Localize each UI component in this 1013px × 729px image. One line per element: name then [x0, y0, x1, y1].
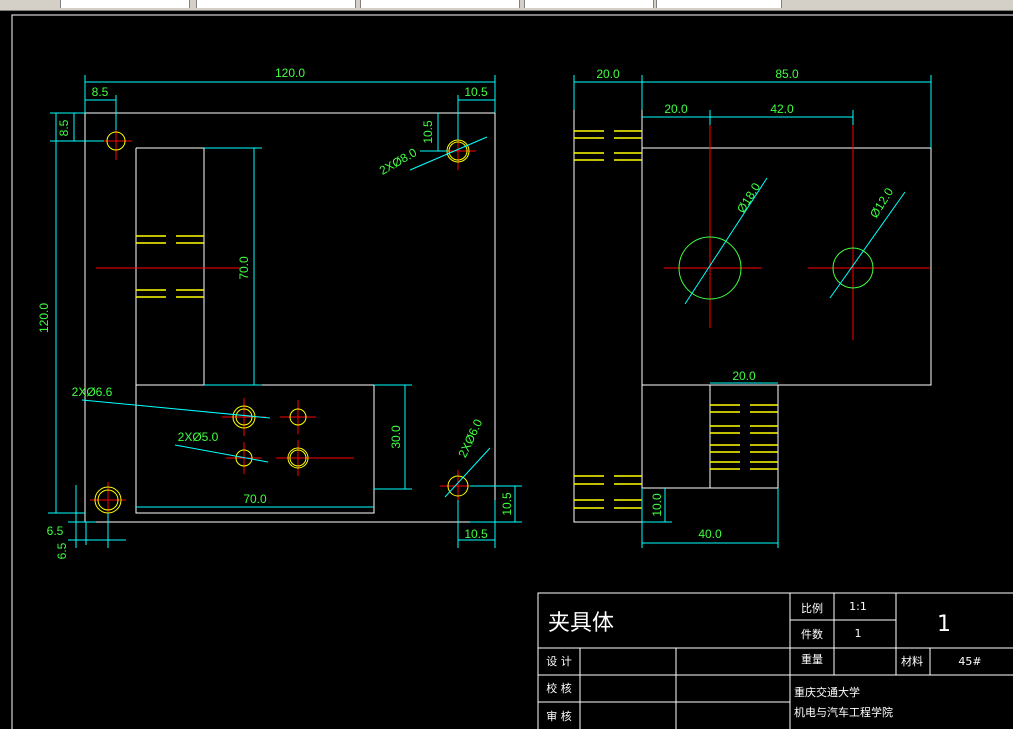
- dim-right-hole-x: 10.5: [464, 85, 488, 99]
- college-name: 机电与汽车工程学院: [794, 705, 893, 719]
- material-value: 45#: [958, 655, 981, 668]
- dim-right-hole-y: 10.5: [421, 120, 435, 144]
- dim-bottom-width: 40.0: [698, 527, 722, 541]
- dim-left-hole-x: 8.5: [92, 85, 109, 99]
- dim-overall-width: 120.0: [275, 66, 305, 80]
- side-center-lines: [664, 110, 930, 340]
- dim-flange-width: 20.0: [596, 67, 620, 81]
- dim-hole1-x: 20.0: [664, 102, 688, 116]
- callout-holes-6-6: 2XØ6.6: [72, 385, 113, 399]
- dim-body-width: 85.0: [775, 67, 799, 81]
- toolbar-tab[interactable]: [360, 0, 520, 8]
- quantity-value: 1: [855, 627, 862, 640]
- dim-bottom-hole-y: 6.5: [55, 542, 69, 559]
- side-tab-outline: [709, 385, 779, 489]
- toolbar-strip: [0, 0, 1013, 11]
- callout-holes-6: 2XØ6.0: [455, 417, 485, 460]
- part-name: 夹具体: [548, 611, 614, 636]
- check-label: 校 核: [546, 681, 572, 695]
- dim-tab-width: 20.0: [732, 369, 756, 383]
- dim-br-hole-x: 10.5: [464, 527, 488, 541]
- front-view: 120.0 8.5 10.5 8.5 10.5 120.0 70.0 30.0 …: [37, 66, 522, 559]
- weight-label: 重量: [801, 652, 823, 666]
- toolbar-tab[interactable]: [60, 0, 190, 8]
- title-block: 夹具体 比例 1:1 件数 1 重量 材料 45# 1 设 计 校 核 审 核 …: [537, 592, 1013, 729]
- dim-br-hole-y: 10.5: [500, 492, 514, 516]
- side-flange-outline: [573, 84, 642, 523]
- callout-small-hole: Ø12.0: [867, 185, 896, 220]
- callout-holes-5: 2XØ5.0: [178, 430, 219, 444]
- dim-lower-block-height: 30.0: [389, 425, 403, 449]
- side-dimension-lines: [573, 75, 932, 548]
- drawing-border: [11, 14, 1013, 729]
- dim-lower-block-width: 70.0: [243, 492, 267, 506]
- toolbar-tab[interactable]: [656, 0, 782, 8]
- scale-value: 1:1: [849, 600, 867, 613]
- review-label: 审 核: [546, 709, 572, 723]
- callout-large-hole: Ø18.0: [734, 180, 763, 215]
- dim-bottom-hole-x: 6.5: [47, 524, 64, 538]
- sheet-number: 1: [937, 612, 951, 637]
- dim-hole-spacing: 42.0: [770, 102, 794, 116]
- front-holes: [94, 131, 470, 514]
- dim-overall-height: 120.0: [37, 303, 51, 333]
- dim-tab-height: 10.0: [650, 493, 664, 517]
- callout-holes-8: 2XØ8.0: [377, 145, 420, 178]
- side-view: 20.0 85.0 20.0 42.0 20.0 10.0 40.0 Ø18.0…: [573, 67, 932, 548]
- toolbar-tab[interactable]: [524, 0, 654, 8]
- cad-drawing-canvas[interactable]: 120.0 8.5 10.5 8.5 10.5 120.0 70.0 30.0 …: [0, 11, 1013, 729]
- quantity-label: 件数: [801, 628, 823, 641]
- scale-label: 比例: [801, 601, 823, 615]
- slot-outline: [136, 147, 205, 386]
- design-label: 设 计: [546, 655, 572, 668]
- material-label: 材料: [901, 654, 923, 668]
- hidden-threads: [136, 235, 204, 298]
- toolbar-tab[interactable]: [196, 0, 356, 8]
- side-body-outline: [641, 147, 932, 386]
- dim-top-hole-y: 8.5: [57, 119, 71, 136]
- school-name: 重庆交通大学: [794, 685, 860, 699]
- dim-slot-height: 70.0: [237, 256, 251, 280]
- center-lines-front: [90, 124, 476, 518]
